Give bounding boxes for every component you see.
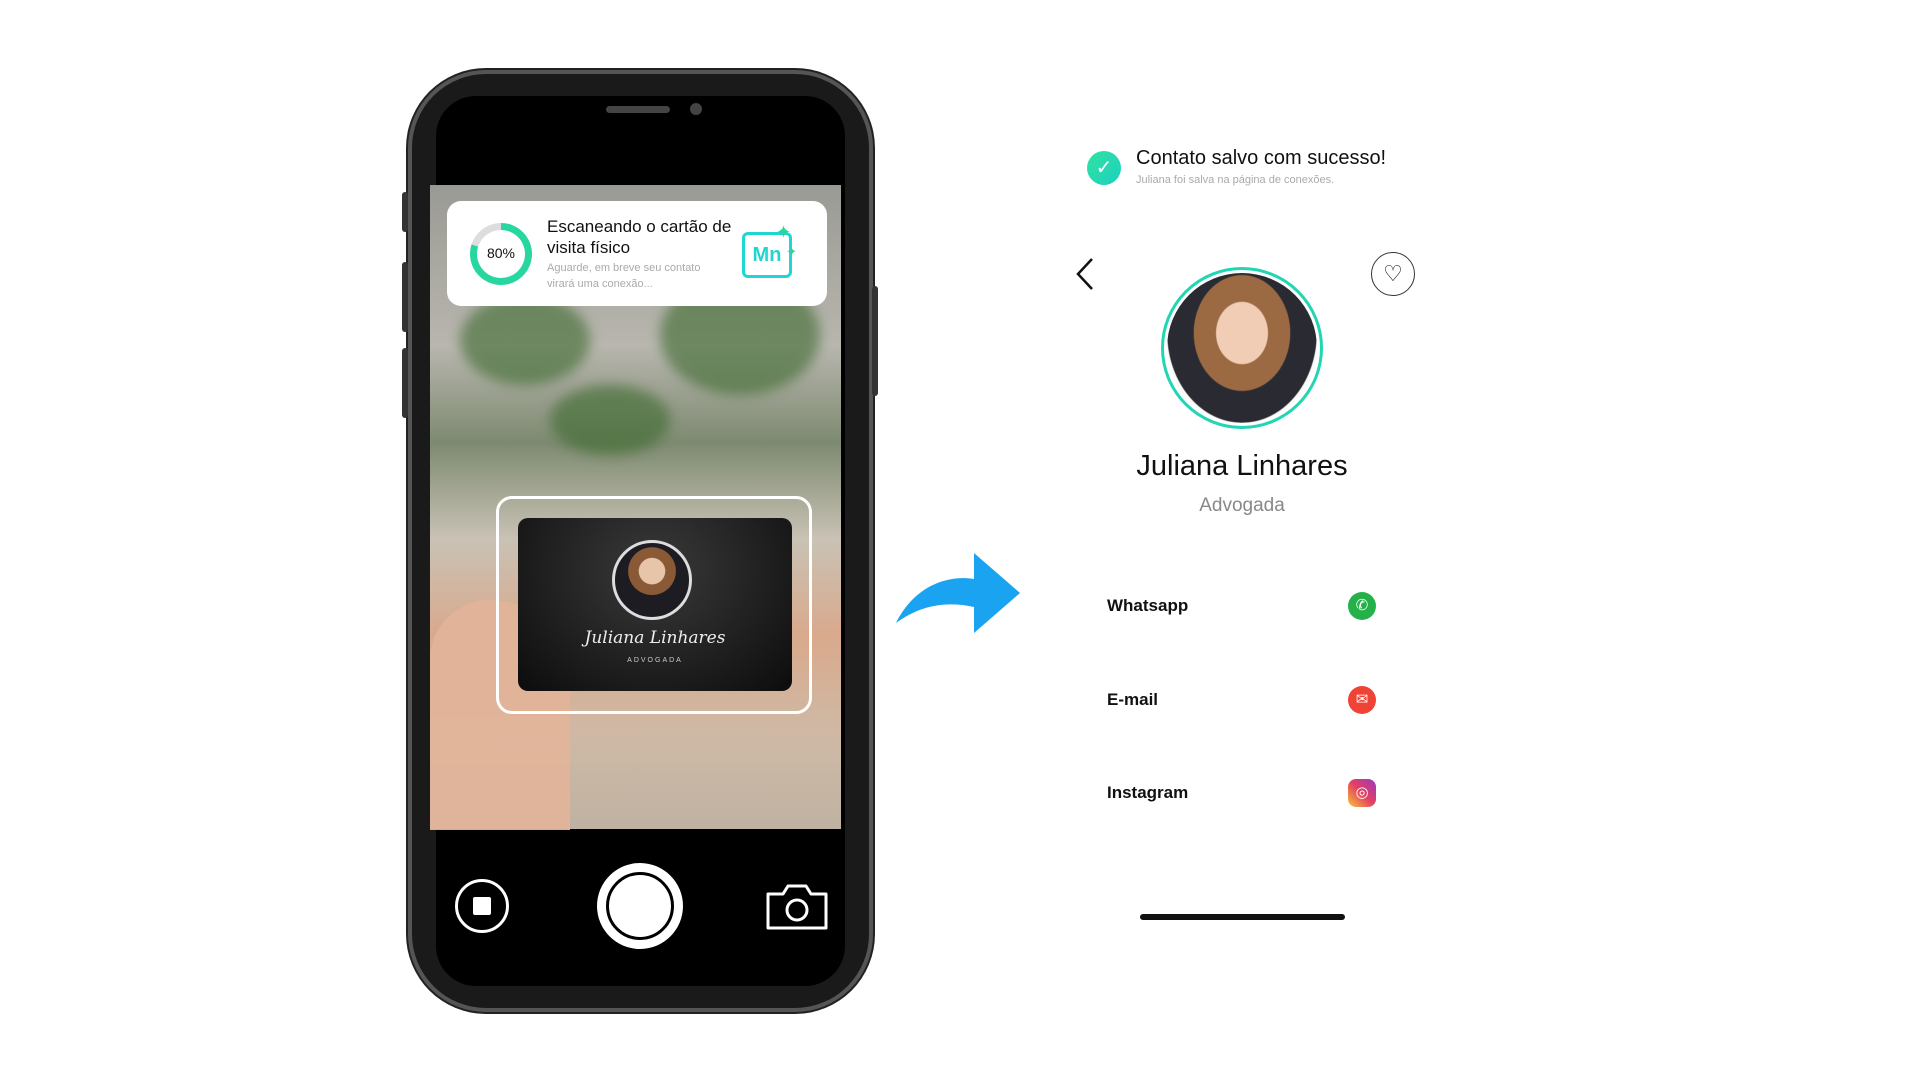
arrow-right-icon (896, 553, 1020, 633)
phone-volume-down (402, 348, 408, 418)
favorite-heart-icon[interactable]: ♡ (1371, 252, 1415, 296)
scan-subtitle: Aguarde, em breve seu contato virará uma… (547, 262, 701, 290)
background-plant (550, 385, 670, 455)
phone-mute-switch (402, 192, 408, 232)
progress-ring: 80% (470, 223, 532, 285)
profile-avatar (1161, 267, 1323, 429)
profile-role: Advogada (1199, 495, 1285, 516)
contact-instagram-label[interactable]: Instagram (1107, 783, 1188, 803)
toast-title: Contato salvo com sucesso! (1136, 147, 1387, 169)
back-chevron-icon[interactable] (1074, 256, 1096, 292)
home-indicator[interactable] (1140, 914, 1345, 920)
profile-photo (1167, 273, 1317, 423)
sparkle-icon: ✦ (786, 244, 797, 259)
stop-button[interactable] (455, 879, 509, 933)
phone-power-button (872, 286, 878, 396)
sparkle-icon: ✦ (776, 222, 792, 242)
business-card-title: ADVOGADA (627, 657, 683, 664)
scan-title: Escaneando o cartão de visita físico (547, 217, 732, 257)
toast-subtitle: Juliana foi salva na página de conexões. (1136, 174, 1335, 186)
profile-name: Juliana Linhares (1136, 450, 1348, 482)
phone-notch (528, 96, 760, 130)
contact-email-label[interactable]: E-mail (1107, 690, 1158, 710)
background-plant (460, 295, 590, 385)
app-logo-text: Mn (752, 244, 782, 266)
shutter-ring (606, 872, 674, 940)
front-camera (690, 103, 702, 115)
success-check-icon: ✓ (1087, 151, 1121, 185)
phone-volume-up (402, 262, 408, 332)
phone-speaker (606, 106, 670, 113)
business-card-photo (612, 540, 692, 620)
contact-whatsapp-label[interactable]: Whatsapp (1107, 596, 1188, 616)
email-icon[interactable]: ✉ (1348, 686, 1376, 714)
instagram-icon[interactable]: ◎ (1348, 779, 1376, 807)
camera-icon[interactable] (765, 884, 829, 930)
progress-label: 80% (486, 245, 516, 261)
whatsapp-icon[interactable]: ✆ (1348, 592, 1376, 620)
shutter-button[interactable] (597, 863, 683, 949)
stop-icon (473, 897, 491, 915)
business-card-name: Juliana Linhares (584, 628, 726, 648)
